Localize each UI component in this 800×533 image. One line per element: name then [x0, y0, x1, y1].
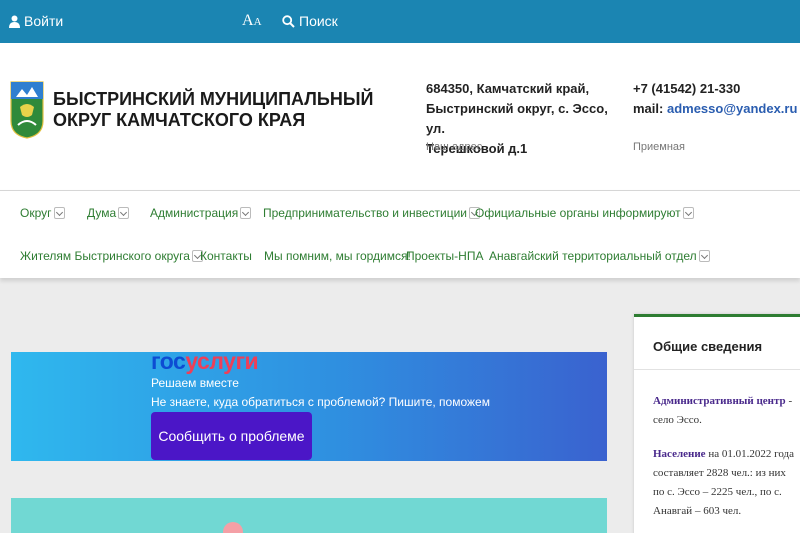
nav-item-anavgai[interactable]: Анавгайский территориальный отдел	[489, 249, 710, 263]
report-problem-button[interactable]: Сообщить о проблеме	[151, 412, 312, 460]
nav-label: Анавгайский территориальный отдел	[489, 249, 697, 263]
address-line-2: Быстринский округ, с. Эссо, ул.	[426, 101, 608, 136]
font-size-toggle[interactable]: AA	[242, 12, 262, 30]
banner-heading: Решаем вместе	[151, 376, 239, 390]
logo-part-gos: гос	[151, 352, 186, 374]
nav-label: Предпринимательство и инвестиции	[263, 206, 467, 220]
panel-body: Административный центр - село Эссо. Насе…	[653, 392, 797, 533]
search-label: Поиск	[299, 13, 338, 29]
login-link[interactable]: Войти	[9, 13, 63, 29]
phone-number: +7 (41542) 21-330	[633, 81, 741, 96]
search-icon	[282, 14, 295, 28]
nav-item-okrug[interactable]: Округ	[20, 206, 65, 220]
gosuslugi-logo: госуслуги	[151, 352, 259, 375]
nav-item-contacts[interactable]: Контакты	[200, 249, 252, 263]
logo-part-uslugi: услуги	[185, 352, 259, 374]
chevron-down-icon[interactable]	[240, 207, 252, 219]
site-header: БЫСТРИНСКИЙ МУНИЦИПАЛЬНЫЙ ОКРУГ КАМЧАТСК…	[0, 43, 800, 190]
font-size-small: A	[253, 16, 262, 28]
user-icon	[9, 15, 20, 28]
address-line-1: 684350, Камчатский край,	[426, 81, 590, 96]
chevron-down-icon[interactable]	[698, 250, 710, 262]
nav-label: Дума	[87, 206, 117, 220]
phone-caption: Приемная	[633, 141, 685, 153]
panel-heading: Общие сведения	[653, 339, 763, 354]
mail-link[interactable]: admesso@yandex.ru	[667, 101, 797, 116]
search-link[interactable]: Поиск	[282, 13, 338, 29]
nav-label: Администрация	[150, 206, 239, 220]
population-info: Население на 01.01.2022 года составляет …	[653, 445, 797, 521]
banner-text: Не знаете, куда обратиться с проблемой? …	[151, 395, 490, 409]
nav-item-projects[interactable]: Проекты-НПА	[406, 249, 483, 263]
nav-item-residents[interactable]: Жителям Быстринского округа	[20, 249, 203, 263]
font-size-big: A	[242, 12, 254, 29]
nav-item-administration[interactable]: Администрация	[150, 206, 252, 220]
general-info-panel: Общие сведения Административный центр - …	[634, 314, 800, 533]
nav-label: Мы помним, мы гордимся!	[264, 249, 411, 263]
top-bar: Войти AA Поиск	[0, 0, 800, 43]
nav-label: Проекты-НПА	[406, 249, 484, 263]
main-nav: Округ Дума Администрация Предприниматель…	[0, 190, 800, 278]
nav-label: Контакты	[200, 249, 252, 263]
address-caption: Наш адрес	[426, 141, 483, 153]
nav-item-remember[interactable]: Мы помним, мы гордимся!	[264, 249, 411, 263]
population-label: Население	[653, 448, 706, 460]
mail-line: mail: admesso@yandex.ru	[633, 99, 797, 119]
admin-center-label: Административный центр	[653, 395, 786, 407]
mail-label: mail:	[633, 101, 664, 116]
admin-center-info: Административный центр - село Эссо.	[653, 392, 797, 430]
chevron-down-icon[interactable]	[682, 207, 694, 219]
coat-of-arms-icon[interactable]	[10, 81, 44, 139]
nav-label: Округ	[20, 206, 52, 220]
chevron-down-icon[interactable]	[118, 207, 130, 219]
panel-divider	[634, 369, 800, 370]
login-label: Войти	[24, 13, 64, 29]
chevron-down-icon[interactable]	[53, 207, 65, 219]
contact-block: +7 (41542) 21-330 mail: admesso@yandex.r…	[633, 79, 797, 119]
nav-item-business[interactable]: Предпринимательство и инвестиции	[263, 206, 480, 220]
nav-item-duma[interactable]: Дума	[87, 206, 130, 220]
gosuslugi-banner[interactable]: госуслуги Решаем вместе Не знаете, куда …	[11, 352, 607, 461]
nav-label: Официальные органы информируют	[475, 206, 681, 220]
site-title[interactable]: БЫСТРИНСКИЙ МУНИЦИПАЛЬНЫЙ ОКРУГ КАМЧАТСК…	[53, 89, 413, 131]
hand-illustration-icon	[223, 522, 243, 533]
nav-item-official-bodies[interactable]: Официальные органы информируют	[475, 206, 694, 220]
nav-label: Жителям Быстринского округа	[20, 249, 190, 263]
secondary-banner[interactable]	[11, 498, 607, 533]
